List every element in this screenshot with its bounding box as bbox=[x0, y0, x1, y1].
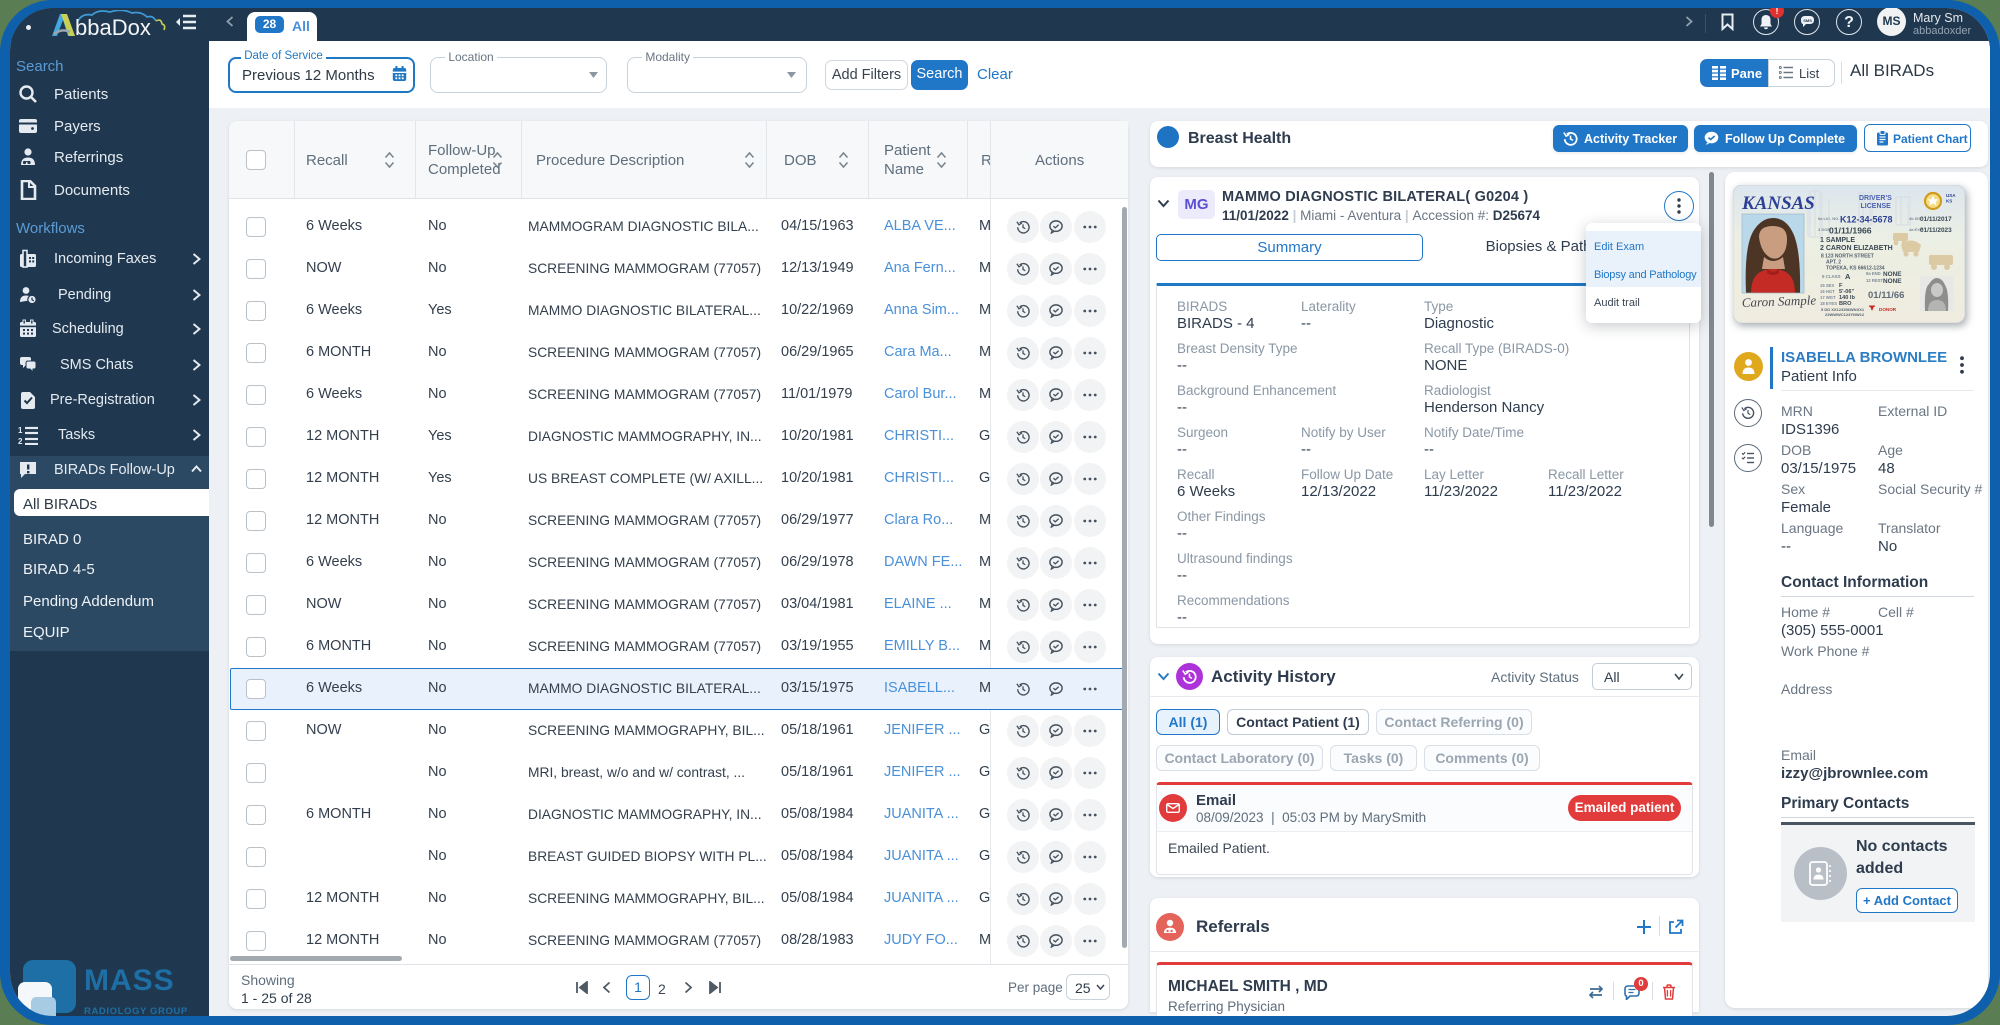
svg-text:bbaDox: bbaDox bbox=[75, 15, 151, 40]
svg-text:9 CLASS: 9 CLASS bbox=[1822, 274, 1841, 279]
svg-text:NONE: NONE bbox=[1883, 278, 1902, 285]
svg-text:12 REST: 12 REST bbox=[1866, 278, 1883, 283]
svg-text:1 SAMPLE: 1 SAMPLE bbox=[1820, 237, 1855, 244]
svg-text:01/11/1966: 01/11/1966 bbox=[1829, 226, 1872, 236]
svg-text:18 EYES: 18 EYES bbox=[1820, 301, 1837, 306]
svg-text:23WWWC123YNW12: 23WWWC123YNW12 bbox=[1825, 312, 1865, 317]
svg-text:9a END: 9a END bbox=[1866, 271, 1881, 276]
svg-text:Caron Sample: Caron Sample bbox=[1742, 292, 1817, 310]
svg-text:16 HGT: 16 HGT bbox=[1820, 289, 1835, 294]
svg-text:K12-34-5678: K12-34-5678 bbox=[1840, 215, 1893, 225]
svg-text:01/11/2023: 01/11/2023 bbox=[1920, 227, 1952, 234]
svg-text:2: 2 bbox=[18, 437, 23, 445]
svg-text:2 CARON ELIZABETH: 2 CARON ELIZABETH bbox=[1820, 245, 1893, 252]
svg-text:USA: USA bbox=[1946, 193, 1956, 198]
svg-text:LICENSE: LICENSE bbox=[1861, 203, 1892, 210]
svg-text:A: A bbox=[1845, 272, 1851, 281]
svg-text:17 WGT: 17 WGT bbox=[1820, 295, 1836, 300]
svg-text:DONOR: DONOR bbox=[1879, 307, 1897, 312]
svg-text:KS: KS bbox=[1946, 199, 1952, 204]
svg-text:NONE: NONE bbox=[1883, 271, 1902, 278]
svg-text:DRIVER'S: DRIVER'S bbox=[1859, 195, 1892, 202]
svg-text:9a LIC. NO.: 9a LIC. NO. bbox=[1818, 216, 1839, 221]
svg-text:SMS: SMS bbox=[1803, 18, 1812, 23]
svg-text:KANSAS: KANSAS bbox=[1741, 193, 1815, 214]
svg-text:01/11/66: 01/11/66 bbox=[1868, 290, 1904, 301]
svg-text:1: 1 bbox=[18, 426, 23, 435]
svg-text:15 SEX: 15 SEX bbox=[1820, 283, 1834, 288]
svg-text:01/11/2017: 01/11/2017 bbox=[1920, 216, 1952, 223]
